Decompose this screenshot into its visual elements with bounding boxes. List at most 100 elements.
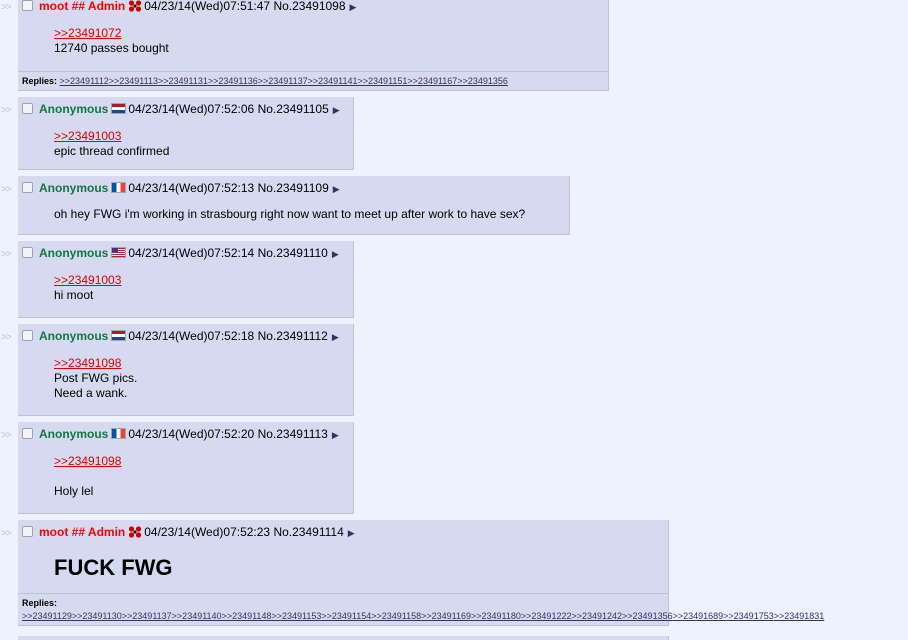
- reply-post: Anonymous 04/23/14(Wed)07:52:20 No.234911…: [18, 422, 354, 514]
- post-datetime: 04/23/14(Wed)07:52:14: [128, 246, 255, 260]
- backlink[interactable]: >>23491140: [172, 611, 222, 621]
- backlinks: Replies: >>23491112>>23491113>>23491131>…: [18, 71, 608, 90]
- side-arrows: >>: [1, 528, 12, 539]
- backlink[interactable]: >>23491151: [358, 76, 408, 86]
- post-checkbox[interactable]: [22, 526, 33, 537]
- quote-link[interactable]: >>23491072: [54, 26, 121, 40]
- post-datetime: 04/23/14(Wed)07:52:20: [128, 427, 255, 441]
- backlink[interactable]: >>23491831: [774, 611, 825, 621]
- post-menu-arrow-icon[interactable]: ▶: [348, 528, 355, 538]
- post-checkbox[interactable]: [22, 247, 33, 258]
- backlink[interactable]: >>23491356: [622, 611, 673, 621]
- poster-name: moot ## Admin: [39, 525, 126, 539]
- reply-container: >> Anonymous 04/23/14(Wed)07:52:06 No.234…: [0, 97, 908, 170]
- post-menu-arrow-icon[interactable]: ▶: [333, 105, 340, 115]
- backlink[interactable]: >>23491113: [109, 76, 158, 86]
- post-number-link[interactable]: No.23491114: [273, 525, 343, 539]
- france-flag-icon: [111, 428, 127, 439]
- backlink[interactable]: >>23491131: [158, 76, 208, 86]
- reply-container: >> Anonymous 04/23/14(Wed)07:52:18 No.234…: [0, 324, 908, 416]
- message-line: hi moot: [54, 288, 94, 302]
- admin-capcode-icon: [129, 0, 142, 12]
- post-message: >>23491072 12740 passes bought: [18, 14, 608, 66]
- post-number-link[interactable]: No.23491109: [258, 181, 329, 195]
- netherlands-flag-icon: [111, 330, 127, 341]
- backlink[interactable]: >>23491141: [308, 76, 358, 86]
- poster-name: Anonymous: [39, 181, 109, 195]
- backlink[interactable]: >>23491137: [258, 76, 308, 86]
- post-number-link[interactable]: No.23491098: [273, 0, 345, 13]
- message-line: Need a wank.: [54, 386, 128, 400]
- post-info: Anonymous 04/23/14(Wed)07:52:18 No.234911…: [18, 328, 353, 344]
- post-checkbox[interactable]: [22, 330, 33, 341]
- reply-post: Anonymous 04/23/14(Wed)07:52:13 No.234911…: [18, 176, 570, 235]
- post-checkbox[interactable]: [22, 0, 33, 11]
- message-line: [54, 469, 313, 484]
- quote-link[interactable]: >>23491098: [54, 454, 121, 468]
- netherlands-flag-icon: [111, 103, 127, 114]
- post-checkbox[interactable]: [22, 103, 33, 114]
- backlink[interactable]: >>23491153: [271, 611, 321, 621]
- backlink[interactable]: >>23491154: [321, 611, 371, 621]
- backlink[interactable]: >>23491130: [72, 611, 122, 621]
- backlink[interactable]: >>23491689: [673, 611, 724, 621]
- post-datetime: 04/23/14(Wed)07:52:06: [128, 102, 255, 116]
- message-line: epic thread confirmed: [54, 144, 170, 158]
- admin-capcode-icon: [129, 526, 142, 538]
- backlink[interactable]: >>23491137: [122, 611, 172, 621]
- post-number-link[interactable]: No.23491105: [258, 102, 329, 116]
- post-number-link[interactable]: No.23491110: [258, 246, 328, 260]
- poster-name: Anonymous: [39, 427, 109, 441]
- backlink[interactable]: >>23491136: [208, 76, 258, 86]
- post-info: moot ## Admin 04/23/14(Wed)07:51:47 No.23…: [18, 0, 608, 14]
- post-datetime: 04/23/14(Wed)07:52:18: [128, 329, 255, 343]
- reply-container: >> moot ## Admin 04/23/14(Wed)07:52:23 No…: [0, 520, 908, 626]
- poster-name: Anonymous: [39, 246, 109, 260]
- reply-container: >> moot ## Admin 04/23/14(Wed)07:51:47 No…: [0, 0, 908, 91]
- backlink[interactable]: >>23491222: [521, 611, 572, 621]
- reply-container: >> Anonymous 04/23/14(Wed)07:52:14 No.234…: [0, 241, 908, 318]
- post-message: >>23491098 Holy lel: [18, 442, 353, 513]
- post-message: oh hey FWG i'm working in strasbourg rig…: [18, 196, 569, 234]
- reply-post: Anonymous 04/23/14(Wed)07:52:18 No.234911…: [18, 324, 354, 416]
- post-menu-arrow-icon[interactable]: ▶: [332, 430, 339, 440]
- message-line: oh hey FWG i'm working in strasbourg rig…: [54, 207, 526, 221]
- reply-post: Anonymous 04/23/14(Wed)07:52:06 No.234911…: [18, 97, 354, 170]
- backlink[interactable]: >>23491148: [222, 611, 272, 621]
- post-info: Anonymous 04/23/14(Wed)07:52:13 No.234911…: [18, 180, 569, 196]
- backlink[interactable]: >>23491242: [571, 611, 622, 621]
- backlink[interactable]: >>23491129: [22, 611, 72, 621]
- post-datetime: 04/23/14(Wed)07:51:47: [144, 0, 271, 13]
- backlink[interactable]: >>23491167: [407, 76, 457, 86]
- message-line: Post FWG pics.: [54, 371, 138, 385]
- backlink[interactable]: >>23491753: [723, 611, 774, 621]
- backlink[interactable]: >>23491180: [471, 611, 521, 621]
- message-line: Holy lel: [54, 484, 94, 498]
- post-menu-arrow-icon[interactable]: ▶: [333, 184, 340, 194]
- reply-container: >> Anonymous 04/23/14(Wed)07:52:13 No.234…: [0, 176, 908, 235]
- post-menu-arrow-icon[interactable]: ▶: [332, 332, 339, 342]
- replies-label: Replies:: [22, 598, 58, 608]
- backlink[interactable]: >>23491112: [60, 76, 109, 86]
- backlink[interactable]: >>23491169: [421, 611, 471, 621]
- poster-name: Anonymous: [39, 102, 109, 116]
- backlink[interactable]: >>23491158: [371, 611, 421, 621]
- backlinks: Replies: >>23491129>>23491130>>23491137>…: [18, 593, 824, 625]
- post-info: moot ## Admin 04/23/14(Wed)07:52:23 No.23…: [18, 524, 668, 540]
- post-number-link[interactable]: No.23491113: [258, 427, 328, 441]
- thread: >> moot ## Admin 04/23/14(Wed)07:51:47 No…: [0, 0, 908, 632]
- post-checkbox[interactable]: [22, 428, 33, 439]
- side-arrows: >>: [1, 2, 12, 13]
- post-checkbox[interactable]: [22, 182, 33, 193]
- backlink[interactable]: >>23491356: [457, 76, 508, 86]
- post-datetime: 04/23/14(Wed)07:52:13: [128, 181, 255, 195]
- post-datetime: 04/23/14(Wed)07:52:23: [144, 525, 271, 539]
- post-info: Anonymous 04/23/14(Wed)07:52:20 No.234911…: [18, 426, 353, 442]
- post-menu-arrow-icon[interactable]: ▶: [332, 249, 339, 259]
- quote-link[interactable]: >>23491098: [54, 356, 121, 370]
- quote-link[interactable]: >>23491003: [54, 273, 121, 287]
- post-menu-arrow-icon[interactable]: ▶: [350, 2, 357, 12]
- quote-link[interactable]: >>23491003: [54, 129, 121, 143]
- big-message-text: FUCK FWG: [54, 555, 173, 580]
- post-number-link[interactable]: No.23491112: [258, 329, 328, 343]
